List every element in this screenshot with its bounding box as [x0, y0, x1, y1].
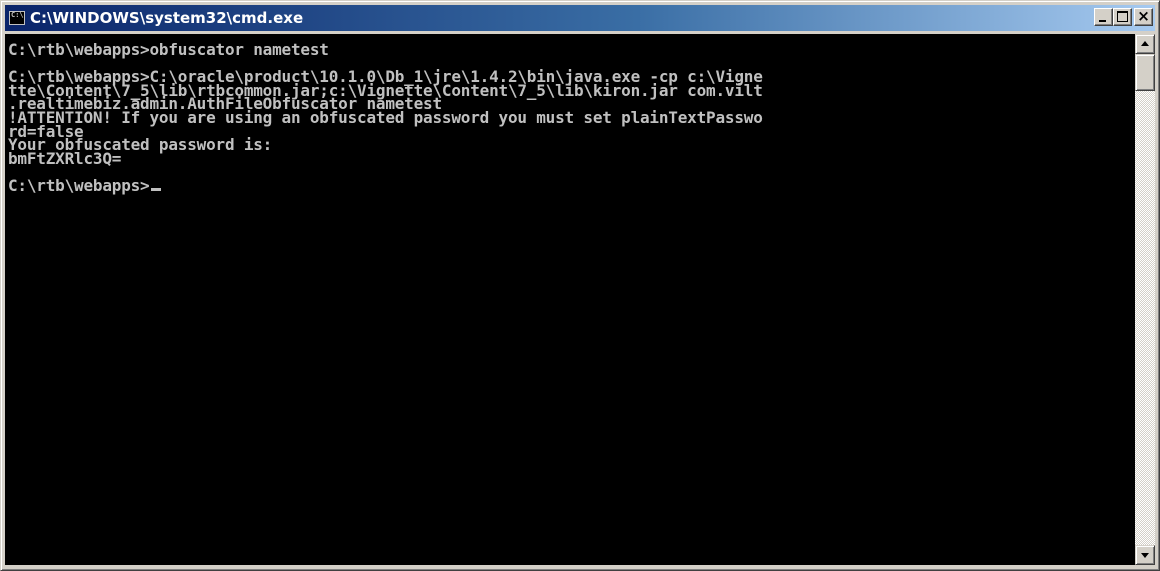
text-cursor — [150, 187, 161, 191]
maximize-button[interactable] — [1113, 8, 1132, 26]
scroll-thumb[interactable] — [1135, 54, 1155, 91]
console-output[interactable]: C:\rtb\webapps>obfuscator nametest C:\rt… — [5, 34, 1135, 565]
minimize-icon — [1099, 20, 1106, 22]
close-button[interactable]: × — [1134, 7, 1153, 26]
scroll-up-arrow-icon — [1141, 41, 1149, 46]
window-controls: × — [1094, 7, 1153, 26]
close-icon: × — [1137, 7, 1150, 25]
vertical-scrollbar[interactable] — [1135, 34, 1155, 565]
maximize-icon — [1117, 11, 1128, 22]
title-bar[interactable]: C:\WINDOWS\system32\cmd.exe × — [5, 5, 1155, 31]
command-prompt: C:\rtb\webapps> — [8, 175, 150, 195]
console-line: C:\rtb\webapps>obfuscator nametest — [8, 40, 329, 59]
cmd-window: C:\WINDOWS\system32\cmd.exe × C:\rtb\web… — [0, 0, 1160, 571]
minimize-button[interactable] — [1094, 8, 1113, 26]
scroll-down-button[interactable] — [1135, 545, 1155, 565]
console-text: C:\rtb\webapps>obfuscator nametest C:\rt… — [5, 34, 1135, 195]
scroll-down-arrow-icon — [1141, 553, 1149, 558]
console-line: bmFtZXRlc3Q= — [8, 148, 122, 168]
cmd-icon[interactable] — [9, 11, 25, 25]
window-title: C:\WINDOWS\system32\cmd.exe — [30, 9, 304, 27]
console-line: !ATTENTION! If you are using an obfuscat… — [8, 107, 763, 127]
scroll-up-button[interactable] — [1135, 34, 1155, 54]
